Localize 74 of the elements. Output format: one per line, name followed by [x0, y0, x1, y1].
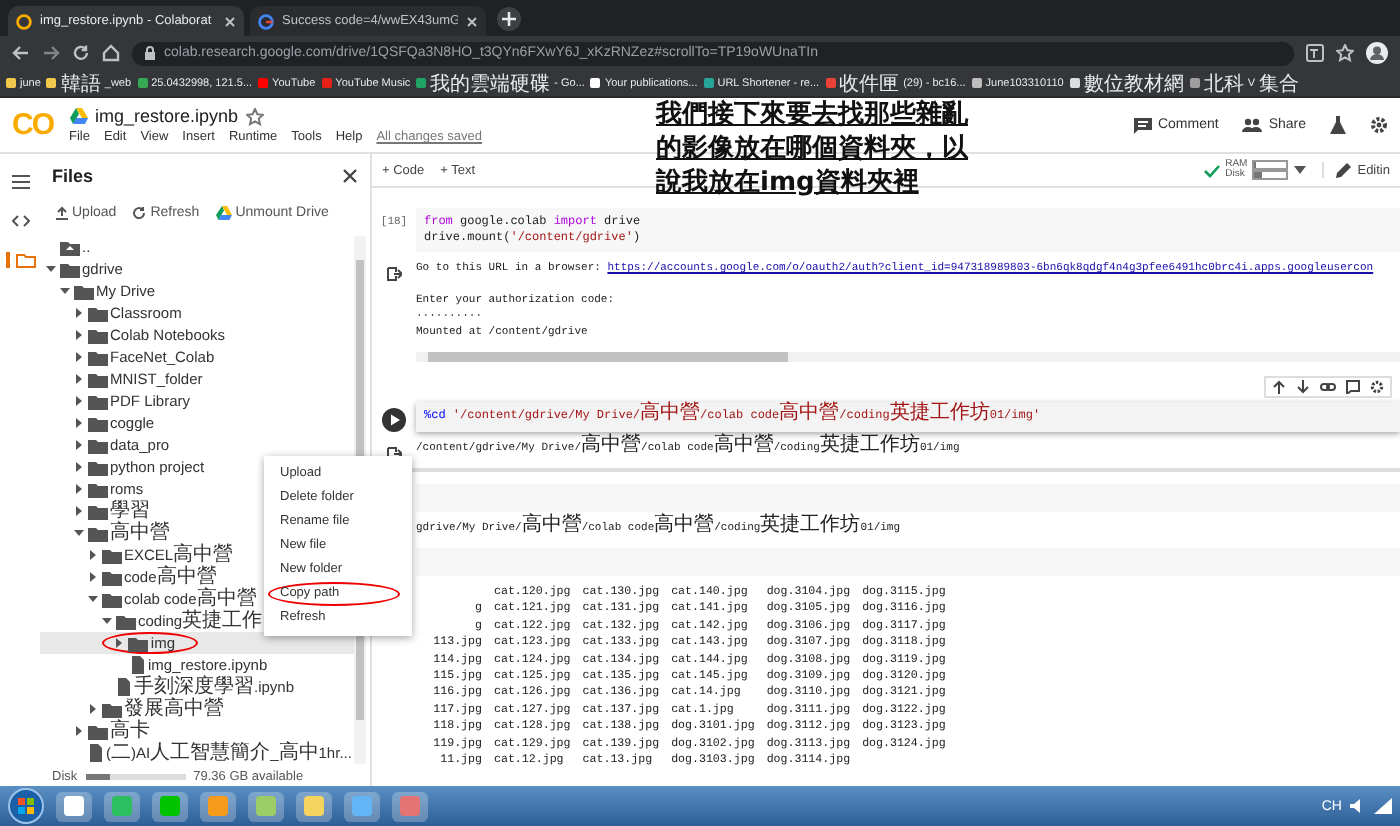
profile-icon[interactable]: [1366, 42, 1388, 64]
folder-up-icon: [60, 239, 80, 255]
settings-icon[interactable]: [1370, 380, 1384, 394]
caret-icon[interactable]: [72, 526, 86, 540]
upload-icon: [56, 206, 68, 220]
caret-icon[interactable]: [86, 570, 100, 584]
caret-icon[interactable]: [72, 416, 86, 430]
caret-icon[interactable]: [72, 394, 86, 408]
caret-icon[interactable]: [86, 702, 100, 716]
caret-icon[interactable]: [72, 328, 86, 342]
caret-icon[interactable]: [72, 372, 86, 386]
flask-icon[interactable]: [1330, 116, 1346, 134]
caret-icon[interactable]: [72, 460, 86, 474]
notebook-title[interactable]: img_restore.ipynb: [95, 106, 239, 126]
caret-icon[interactable]: [112, 636, 127, 650]
drive-icon: [69, 108, 87, 124]
horizontal-scrollbar[interactable]: [416, 352, 1400, 362]
close-icon[interactable]: [342, 168, 358, 184]
folder-icon[interactable]: [15, 252, 35, 268]
reload-icon[interactable]: [72, 44, 90, 62]
pencil-icon: [1335, 162, 1352, 178]
close-icon[interactable]: [466, 15, 478, 27]
tree-item[interactable]: 學習: [72, 500, 150, 522]
translate-icon[interactable]: [1306, 44, 1324, 62]
caret-icon[interactable]: [1293, 166, 1306, 174]
settings-icon[interactable]: [1370, 116, 1388, 134]
down-arrow-icon[interactable]: [1296, 380, 1310, 394]
menu-icon[interactable]: [11, 174, 29, 190]
caret-icon[interactable]: [100, 614, 114, 628]
caret-icon[interactable]: [86, 592, 100, 606]
star-icon[interactable]: [1336, 44, 1354, 62]
tree-item[interactable]: 高中營: [72, 522, 170, 544]
caret-icon[interactable]: [44, 262, 58, 276]
favicon-icon: [258, 13, 274, 29]
forward-icon[interactable]: [42, 44, 60, 62]
signal-icon[interactable]: [1374, 798, 1392, 814]
bookmark[interactable]: 數位教材網: [1069, 69, 1184, 97]
annotation-text: 我們接下來要去找那些雜亂的影像放在哪個資料夾，以說我放在img資料夾裡: [656, 98, 971, 200]
caret-icon[interactable]: [72, 724, 86, 738]
panel-title: Files: [52, 166, 94, 186]
new-tab-icon[interactable]: [496, 5, 522, 31]
refresh-icon: [132, 206, 147, 220]
check-icon: [1203, 163, 1220, 177]
run-button-icon[interactable]: [382, 408, 406, 432]
folder-icon: [128, 635, 149, 651]
caret-icon[interactable]: [72, 438, 86, 452]
drive-icon: [215, 206, 232, 220]
speaker-icon[interactable]: [1350, 798, 1366, 814]
code-icon[interactable]: [11, 214, 29, 228]
comment-icon[interactable]: [1346, 380, 1360, 394]
tree-item[interactable]: 高卡: [72, 720, 150, 742]
output-icon: [386, 266, 402, 282]
disk-usage-bar: [85, 773, 186, 779]
comment-icon: [1133, 117, 1152, 133]
caret-icon[interactable]: [72, 306, 86, 320]
caret-icon[interactable]: [58, 284, 72, 298]
home-icon[interactable]: [102, 44, 120, 62]
caret-icon[interactable]: [86, 548, 100, 562]
favicon-icon: [16, 13, 32, 29]
caret-icon[interactable]: [72, 350, 86, 364]
file-icon: [88, 744, 104, 762]
start-button[interactable]: [8, 788, 44, 824]
people-icon: [1242, 118, 1263, 132]
star-icon[interactable]: [246, 107, 265, 125]
close-icon[interactable]: [224, 15, 236, 27]
tree-item[interactable]: 發展高中營: [86, 698, 224, 720]
link-icon[interactable]: [1320, 380, 1336, 394]
caret-icon[interactable]: [72, 482, 86, 496]
up-arrow-icon[interactable]: [1272, 380, 1286, 394]
taskbar-app-button[interactable]: [56, 791, 92, 821]
taskbar-app-button[interactable]: [296, 791, 332, 821]
caret-icon[interactable]: [72, 504, 86, 518]
lock-icon: [144, 46, 156, 60]
back-icon[interactable]: [12, 44, 30, 62]
